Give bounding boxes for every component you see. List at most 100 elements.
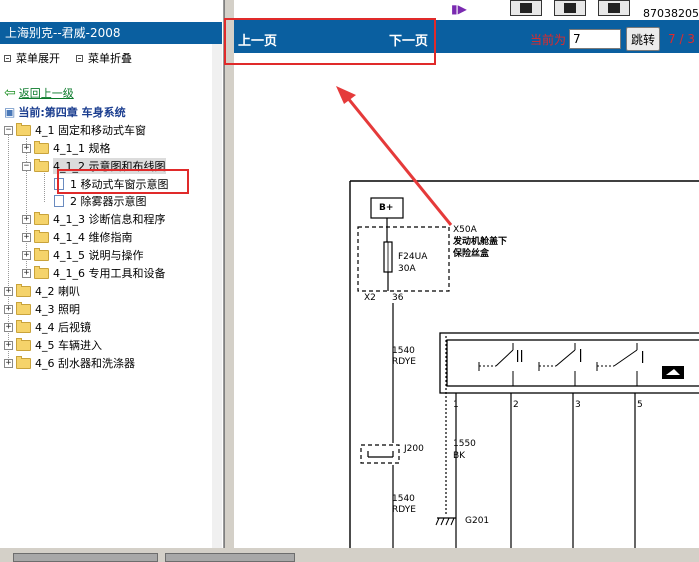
tree-item-defogger-diagram[interactable]: 2 除雾器示意图 bbox=[52, 193, 147, 209]
tree-item-4-2[interactable]: + 4_2 喇叭 bbox=[4, 283, 80, 299]
fusebox-label-2: 保险丝盒 bbox=[453, 249, 490, 259]
connector-x2-label: X2 bbox=[364, 293, 376, 303]
wire-gauge-label: 1550 bbox=[453, 439, 476, 449]
tree-item-label: 4_1_1 规格 bbox=[53, 142, 111, 155]
fuse-rating: 30A bbox=[398, 264, 416, 274]
folder-icon bbox=[16, 355, 31, 369]
expand-node-icon[interactable]: + bbox=[4, 340, 13, 350]
tree-item-label: 4_1_4 维修指南 bbox=[53, 231, 133, 244]
taskbar-tab-1[interactable] bbox=[13, 553, 158, 562]
tree-item-4-3[interactable]: + 4_3 照明 bbox=[4, 301, 80, 317]
tree-item-4-1-3[interactable]: + 4_1_3 诊断信息和程序 bbox=[22, 211, 166, 227]
expand-node-icon[interactable]: + bbox=[22, 268, 31, 278]
expand-node-icon[interactable]: + bbox=[22, 232, 31, 242]
folder-icon bbox=[34, 265, 49, 279]
tree-item-label: 4_5 车辆进入 bbox=[35, 339, 102, 352]
folder-open-icon bbox=[34, 158, 49, 172]
tree-item-label: 4_1_6 专用工具和设备 bbox=[53, 267, 166, 280]
expand-node-icon[interactable]: + bbox=[4, 358, 13, 368]
jump-button[interactable]: 跳转 bbox=[626, 27, 661, 51]
expand-node-icon[interactable]: + bbox=[4, 322, 13, 332]
current-chapter: ▣ 当前:第四章 车身系统 bbox=[4, 104, 126, 120]
tree-item-label: 4_1 固定和移动式车窗 bbox=[35, 124, 146, 137]
toolbar-button-2[interactable] bbox=[554, 0, 586, 16]
page-number-input[interactable] bbox=[569, 29, 622, 49]
back-label: 返回上一级 bbox=[18, 87, 74, 100]
wire-gauge-label: 1540 bbox=[392, 346, 415, 356]
wire-color-label: RDYE bbox=[392, 505, 416, 515]
page-control: 当前为 跳转 7 / 3 bbox=[530, 27, 695, 51]
tree-item-4-1-5[interactable]: + 4_1_5 说明与操作 bbox=[22, 247, 144, 263]
tree-item-4-5[interactable]: + 4_5 车辆进入 bbox=[4, 337, 102, 353]
collapse-node-icon[interactable]: − bbox=[4, 125, 13, 135]
expand-node-icon[interactable]: + bbox=[22, 143, 31, 153]
wire-color-label: BK bbox=[453, 451, 466, 461]
expand-node-icon[interactable]: + bbox=[4, 286, 13, 296]
expand-node-icon[interactable]: + bbox=[4, 304, 13, 314]
toolbar-button-1[interactable] bbox=[510, 0, 542, 16]
current-page-label: 当前为 bbox=[530, 32, 567, 47]
expand-label: 菜单展开 bbox=[16, 52, 60, 65]
tree-item-4-1-1[interactable]: + 4_1_1 规格 bbox=[22, 140, 111, 156]
tree-item-label: 4_6 刮水器和洗涤器 bbox=[35, 357, 135, 370]
folder-icon bbox=[34, 140, 49, 154]
tree-item-4-1-6[interactable]: + 4_1_6 专用工具和设备 bbox=[22, 265, 166, 281]
top-number: 870382057 bbox=[643, 0, 699, 19]
current-chapter-label: 当前:第四章 车身系统 bbox=[18, 106, 126, 119]
pin-label: 3 bbox=[575, 400, 581, 410]
folder-icon bbox=[34, 211, 49, 225]
folder-icon bbox=[34, 247, 49, 261]
diagram-svg bbox=[349, 180, 699, 548]
expand-menu-button[interactable]: 菜单展开 bbox=[4, 50, 60, 66]
j200-label: J200 bbox=[404, 444, 424, 454]
pin-label: 5 bbox=[637, 400, 643, 410]
toolbar-button-3[interactable] bbox=[598, 0, 630, 16]
wire-color-label: RDYE bbox=[392, 357, 416, 367]
tree-item-4-1[interactable]: − 4_1 固定和移动式车窗 bbox=[4, 122, 146, 138]
back-arrow-icon: ⇦ bbox=[4, 84, 16, 101]
tree-item-label: 4_4 后视镜 bbox=[35, 321, 91, 334]
taskbar-tab-2[interactable] bbox=[165, 553, 295, 562]
folder-icon bbox=[16, 301, 31, 315]
collapse-icon bbox=[76, 54, 83, 62]
fusebox-label-1: 发动机舱盖下 bbox=[453, 237, 508, 247]
folder-icon bbox=[16, 319, 31, 333]
play-icon[interactable]: ▮▶ bbox=[451, 2, 467, 16]
collapse-node-icon[interactable]: − bbox=[22, 161, 31, 171]
folder-icon bbox=[16, 283, 31, 297]
connector-label: X50A bbox=[453, 225, 477, 235]
folder-icon bbox=[16, 337, 31, 351]
collapse-menu-button[interactable]: 菜单折叠 bbox=[76, 50, 132, 66]
computer-icon: ▣ bbox=[4, 105, 16, 119]
tree-item-4-4[interactable]: + 4_4 后视镜 bbox=[4, 319, 91, 335]
expand-node-icon[interactable]: + bbox=[22, 250, 31, 260]
expand-icon bbox=[4, 54, 11, 62]
tree-item-4-1-4[interactable]: + 4_1_4 维修指南 bbox=[22, 229, 133, 245]
tree-item-4-6[interactable]: + 4_6 刮水器和洗涤器 bbox=[4, 355, 135, 371]
expand-node-icon[interactable]: + bbox=[22, 214, 31, 224]
tree-guide bbox=[44, 170, 45, 202]
wiring-diagram: B+ X50A 发动机舱盖下 保险丝盒 F24UA 30A X2 36 1540… bbox=[234, 53, 699, 548]
tree-item-label: 2 除雾器示意图 bbox=[70, 195, 147, 208]
top-number-text: 870382057 bbox=[643, 7, 699, 19]
document-icon bbox=[54, 195, 64, 207]
tree-item-label: 4_2 喇叭 bbox=[35, 285, 80, 298]
wire-gauge-label: 1540 bbox=[392, 494, 415, 504]
tree-item-label: 4_3 照明 bbox=[35, 303, 80, 316]
app-title: 上海别克--君威-2008 bbox=[0, 22, 222, 44]
back-link[interactable]: ⇦ 返回上一级 bbox=[4, 85, 74, 101]
tree-scrollbar[interactable] bbox=[212, 44, 222, 548]
pin-label: 2 bbox=[513, 400, 519, 410]
fuse-name: F24UA bbox=[398, 252, 428, 262]
tree-item-label: 4_1_3 诊断信息和程序 bbox=[53, 213, 166, 226]
folder-open-icon bbox=[16, 122, 31, 136]
pin-label: 1 bbox=[453, 400, 459, 410]
pin-36-label: 36 bbox=[392, 293, 404, 303]
highlight-box bbox=[57, 169, 189, 194]
ground-label: G201 bbox=[465, 516, 490, 526]
tree-item-label: 4_1_5 说明与操作 bbox=[53, 249, 144, 262]
collapse-label: 菜单折叠 bbox=[88, 52, 132, 65]
folder-icon bbox=[34, 229, 49, 243]
pane-splitter[interactable] bbox=[224, 0, 234, 548]
bplus-label: B+ bbox=[379, 203, 394, 213]
